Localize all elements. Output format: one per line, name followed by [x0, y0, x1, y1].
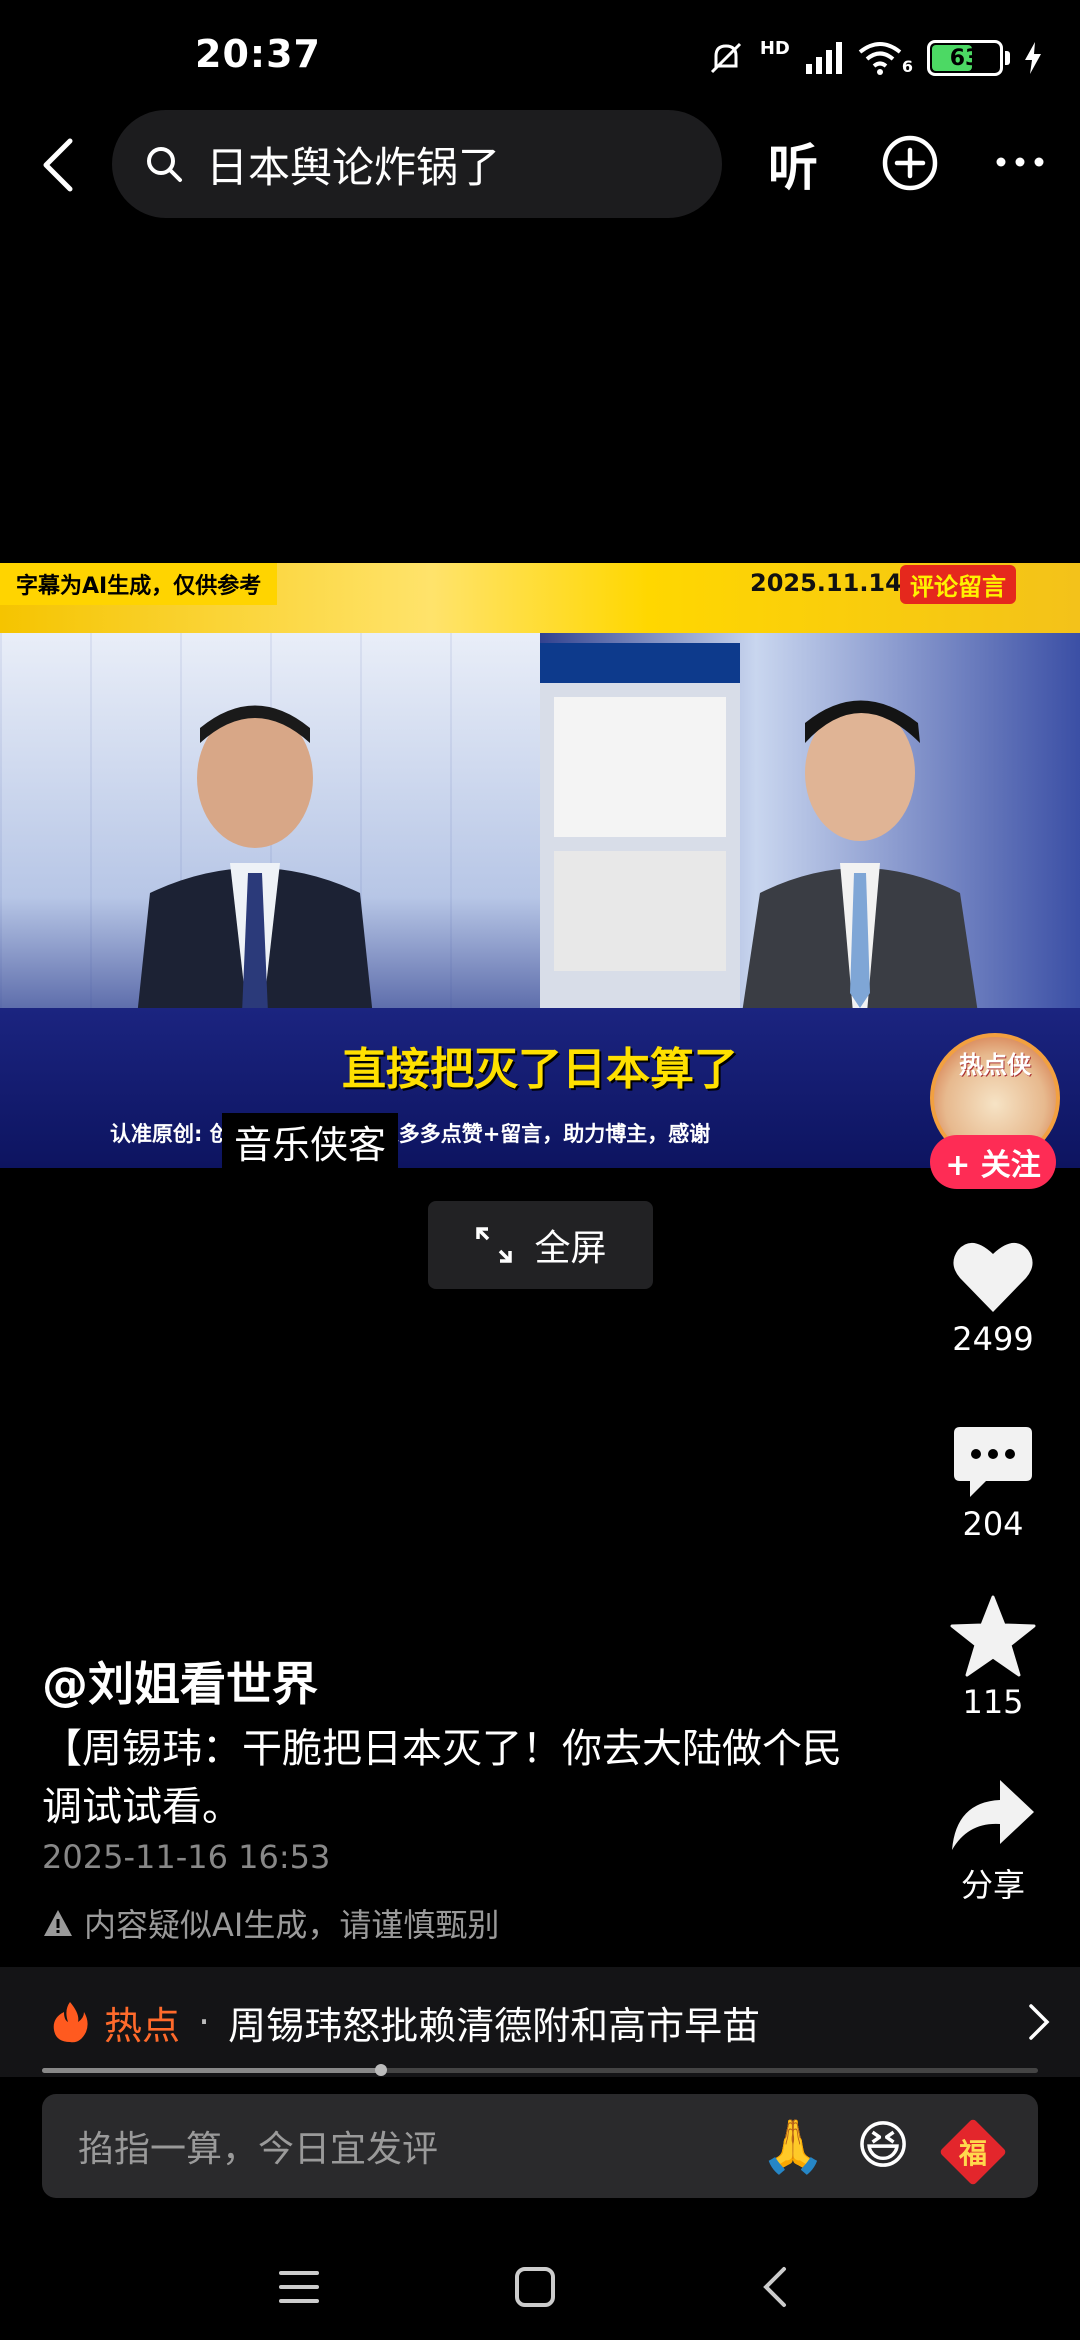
back-chevron-icon — [763, 2267, 786, 2307]
ai-content-warning: 内容疑似AI生成，请谨慎甄别 — [42, 1900, 499, 1946]
warning-icon — [44, 1910, 72, 1936]
comment-icon — [954, 1427, 1032, 1497]
progress-knob[interactable] — [374, 2064, 387, 2076]
ai-subtitle-notice: 字幕为AI生成，仅供参考 — [0, 563, 278, 605]
video-headline: 直接把灭了日本算了 — [342, 1044, 738, 1095]
battery-level: 63 — [949, 45, 981, 71]
signal-icon — [805, 42, 842, 74]
comment-placeholder[interactable]: 掐指一算，今日宜发评 — [78, 2120, 748, 2172]
status-bar: 20:37 HD 6 63 — [0, 0, 1080, 110]
back-arrow-icon — [43, 138, 73, 192]
video-progress-bar[interactable] — [42, 2064, 1038, 2076]
follow-button[interactable]: + 关注 — [930, 1135, 1056, 1189]
fire-icon — [53, 2002, 88, 2043]
wifi-icon — [858, 42, 902, 75]
menu-icon — [279, 2271, 319, 2303]
share-arrow-icon — [952, 1780, 1034, 1850]
hot-label: 热点 — [104, 2003, 181, 2048]
comment-tag: 评论留言 — [900, 565, 1016, 604]
video-credit: 认准原创: 创作不易，希望大家多多点赞+留言，助力博主，感谢 — [110, 1122, 711, 1146]
hot-title: 周锡玮怒批赖清德附和高市早苗 — [228, 2003, 761, 2048]
heart-icon — [953, 1242, 1033, 1312]
like-button[interactable]: 2499 — [930, 1238, 1056, 1358]
more-button[interactable] — [990, 132, 1050, 192]
listen-button[interactable]: 听 — [768, 128, 818, 200]
hotspot-badge-label: 热点侠 — [959, 1051, 1031, 1079]
chevron-right-icon — [1029, 2004, 1050, 2040]
charging-icon — [1025, 42, 1041, 74]
pray-emoji-button[interactable]: 🙏 — [748, 2116, 838, 2177]
system-nav-bar — [0, 2230, 1080, 2340]
back-button[interactable] — [28, 130, 88, 200]
video-watermark: 音乐侠客 — [222, 1113, 399, 1168]
post-caption: 【周锡玮：干脆把日本灭了！你去大陆做个民调试试看。 — [42, 1726, 842, 1830]
video-player[interactable]: 字幕为AI生成，仅供参考 2025.11.14 评论留言 直接把灭了日本算了 认… — [0, 563, 1080, 1168]
fullscreen-label: 全屏 — [534, 1228, 607, 1269]
hot-topic-bar[interactable]: 热点 · 周锡玮怒批赖清德附和高市早苗 — [0, 1967, 1080, 2077]
like-count: 2499 — [952, 1320, 1034, 1358]
back-nav-button[interactable] — [740, 2252, 810, 2322]
network-type-label: HD — [759, 38, 790, 59]
home-nav-button[interactable] — [500, 2252, 570, 2322]
video-date: 2025.11.14 — [750, 569, 902, 597]
search-query: 日本舆论炸锅了 — [206, 142, 501, 192]
expand-icon — [476, 1227, 513, 1263]
menu-nav-button[interactable] — [264, 2252, 334, 2322]
favorite-count: 115 — [962, 1683, 1024, 1721]
more-icon — [996, 157, 1044, 167]
post-timestamp: 2025-11-16 16:53 — [42, 1838, 331, 1876]
hot-separator: · — [198, 2000, 211, 2044]
home-square-icon — [515, 2267, 555, 2307]
search-box[interactable]: 日本舆论炸锅了 — [112, 110, 722, 218]
ai-warning-text: 内容疑似AI生成，请谨慎甄别 — [84, 1906, 500, 1944]
share-label: 分享 — [960, 1866, 1025, 1904]
comment-button[interactable]: 204 — [930, 1425, 1056, 1543]
status-icons: HD 6 63 — [706, 38, 1042, 78]
fortune-label: 福 — [958, 2136, 988, 2170]
comment-input-bar[interactable]: 掐指一算，今日宜发评 🙏 😆 福 — [42, 2094, 1038, 2198]
comment-count: 204 — [962, 1505, 1024, 1543]
wifi-group: 6 — [858, 40, 913, 76]
wifi-sub-label: 6 — [901, 57, 913, 76]
search-icon — [147, 147, 182, 182]
star-icon — [950, 1595, 1036, 1677]
status-time: 20:37 — [195, 32, 321, 76]
share-button[interactable]: 分享 — [930, 1778, 1056, 1906]
mute-icon — [710, 42, 741, 74]
fullscreen-button[interactable]: 全屏 — [428, 1201, 653, 1289]
progress-fill — [42, 2068, 381, 2073]
author-name[interactable]: @刘姐看世界 — [42, 1648, 318, 1714]
add-circle-icon[interactable] — [880, 133, 940, 193]
battery-indicator: 63 — [927, 40, 1010, 76]
fortune-emoji-button[interactable]: 福 — [928, 2116, 1018, 2186]
favorite-button[interactable]: 115 — [930, 1595, 1056, 1721]
laugh-emoji-button[interactable]: 😆 — [838, 2116, 928, 2176]
